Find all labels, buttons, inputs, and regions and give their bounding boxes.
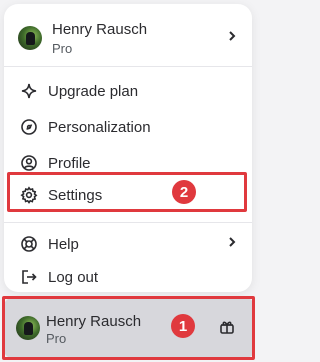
lifebuoy-icon [20, 235, 38, 253]
menu-account-header[interactable]: Henry Rausch Pro [4, 14, 252, 62]
menu-item-personalization[interactable]: Personalization [4, 110, 252, 144]
logout-icon [20, 268, 38, 286]
chevron-right-icon [226, 29, 238, 47]
menu-item-label: Personalization [48, 118, 151, 136]
account-menu: Henry Rausch Pro Upgrade plan Personaliz… [4, 4, 252, 292]
divider [4, 222, 252, 223]
menu-item-help[interactable]: Help [4, 227, 252, 261]
sparkle-icon [20, 82, 38, 100]
avatar [18, 26, 42, 50]
menu-item-label: Upgrade plan [48, 82, 139, 100]
divider [4, 66, 252, 67]
chevron-right-icon [226, 235, 238, 253]
menu-item-label: Log out [48, 268, 99, 286]
account-name: Henry Rausch [52, 20, 148, 38]
personalization-icon [20, 118, 38, 136]
menu-item-label: Help [48, 235, 79, 253]
menu-item-log-out[interactable]: Log out [4, 260, 252, 294]
footer-highlight-box [2, 296, 255, 360]
annotation-badge-1: 1 [171, 314, 195, 338]
settings-highlight-box [7, 172, 247, 212]
annotation-badge-2: 2 [172, 180, 196, 204]
menu-item-upgrade-plan[interactable]: Upgrade plan [4, 74, 252, 108]
account-plan: Pro [52, 40, 73, 56]
menu-item-label: Profile [48, 154, 91, 172]
profile-icon [20, 154, 38, 172]
